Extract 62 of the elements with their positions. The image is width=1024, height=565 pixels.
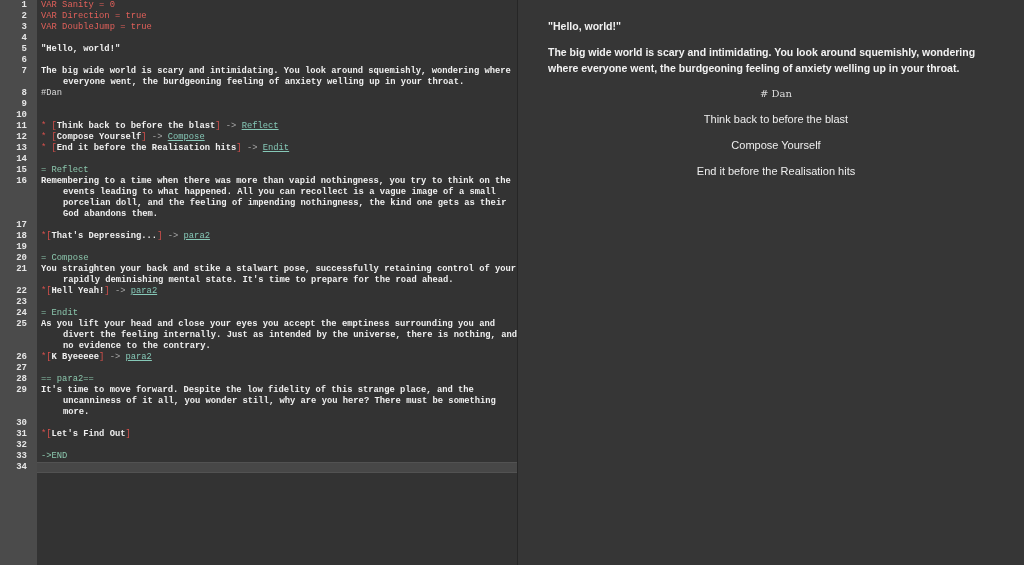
line-number: 29 — [16, 385, 27, 397]
line-number: 20 — [16, 253, 27, 264]
line-number: 28 — [16, 374, 27, 385]
line-number: 13 — [16, 143, 27, 154]
line-number: 5 — [21, 44, 27, 55]
line-number: 1 — [21, 0, 27, 11]
code-line: The big wide world is scary and intimidating. You look around squemishly, wondering where everyone went, the burdgeoning feeling of anxiety welling up in your throat. — [41, 66, 512, 88]
code-line: You straighten your back and stike a stalwart pose, successfully retaining control of your rapidly deminishing mental state. It's time to prepare for the road ahead. — [41, 264, 517, 286]
line-number: 33 — [16, 451, 27, 462]
line-number: 21 — [16, 264, 27, 276]
code-line: * [Think back to before the blast] -> Reflect — [41, 121, 280, 132]
line-number: 3 — [21, 22, 27, 33]
line-number: 34 — [16, 462, 27, 473]
line-number: 16 — [16, 176, 27, 188]
code-line: *[That's Depressing...] -> para2 — [41, 231, 211, 242]
code-line: #Dan — [41, 88, 64, 99]
choice-link[interactable]: End it before the Realisation hits — [696, 163, 856, 179]
story-tag: # Dan — [760, 86, 792, 101]
line-number: 14 — [16, 154, 27, 165]
line-number: 2 — [21, 11, 27, 22]
line-number: 9 — [21, 99, 27, 110]
line-number: 11 — [16, 121, 27, 132]
line-number: 19 — [16, 242, 27, 253]
line-number: 8 — [21, 88, 27, 99]
line-number: 30 — [16, 418, 27, 429]
line-number: 18 — [16, 231, 27, 242]
line-number: 6 — [21, 55, 27, 66]
code-line: == para2== — [41, 374, 95, 385]
line-number: 15 — [16, 165, 27, 176]
code-line: VAR DoubleJump = true — [41, 22, 153, 33]
code-line: *[K Byeeeee] -> para2 — [41, 352, 153, 363]
line-number: 22 — [16, 286, 27, 297]
choice-link[interactable]: Compose Yourself — [731, 137, 821, 153]
line-number: 12 — [16, 132, 27, 143]
line-number: 26 — [16, 352, 27, 363]
line-number: 25 — [16, 319, 27, 331]
line-number: 4 — [21, 33, 27, 44]
code-line: = Endit — [41, 308, 79, 319]
line-number: 10 — [16, 110, 27, 121]
code-line: Remembering to a time when there was more than vapid nothingness, you try to think on the events leading to what happened. All you can recollect is a vague image of a small porcelian doll, and the feeling of impending nothingness, the kind one gets as their God abandons them. — [41, 176, 512, 220]
choice-link[interactable]: Think back to before the blast — [703, 111, 849, 127]
line-number: 24 — [16, 308, 27, 319]
code-line: = Compose — [41, 253, 90, 264]
code-line: VAR Direction = true — [41, 11, 148, 22]
code-line: * [Compose Yourself] -> Compose — [41, 132, 206, 143]
code-line: ->END — [41, 451, 69, 462]
story-paragraph: The big wide world is scary and intimidating. You look around squemishly, wondering where everyone went, the burdgeoning feeling of anxiety welling up in your throat. — [548, 45, 977, 76]
story-paragraph: "Hello, world!" — [548, 19, 622, 34]
code-line: *[Hell Yeah!] -> para2 — [41, 286, 159, 297]
code-line: *[Let's Find Out] — [41, 429, 132, 440]
code-line: = Reflect — [41, 165, 90, 176]
code-line: As you lift your head and close your eyes you accept the emptiness surrounding you and divert the feeling internally. Just as intended by the universe, there is nothing, and no evidence to the contrary. — [41, 319, 517, 352]
code-line: "Hello, world!" — [41, 44, 122, 55]
code-line: It's time to move forward. Despite the low fidelity of this strange place, and the uncanniness of it all, you wonder still, why are you here? There must be something more. — [41, 385, 497, 418]
line-number: 31 — [16, 429, 27, 440]
line-number: 17 — [16, 220, 27, 231]
line-number: 23 — [16, 297, 27, 308]
code-line: * [End it before the Realisation hits] -> Endit — [41, 143, 291, 154]
code-line: VAR Sanity = 0 — [41, 0, 116, 11]
line-number: 27 — [16, 363, 27, 374]
line-number: 7 — [21, 66, 27, 78]
line-number: 32 — [16, 440, 27, 451]
